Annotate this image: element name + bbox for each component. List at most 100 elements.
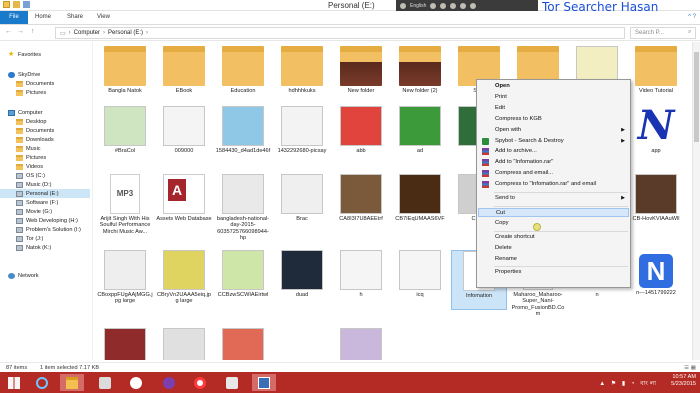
pause-icon[interactable]	[430, 2, 437, 9]
file-item[interactable]: CB-HovKVIAAuWll	[628, 174, 684, 234]
nav-item[interactable]: SkyDrive	[0, 70, 40, 79]
scrollbar-thumb[interactable]	[694, 52, 699, 142]
menu-item[interactable]: Compress to KGB	[478, 115, 629, 124]
file-item[interactable]: A Assets Web Database	[156, 174, 212, 234]
menu-item[interactable]: Cut	[478, 207, 629, 217]
menu-item[interactable]: Copy	[478, 219, 629, 228]
file-item[interactable]	[215, 328, 271, 360]
system-tray[interactable]: ▲ ⚑ ▮ ◔ বাংলা	[599, 378, 658, 389]
folder-item[interactable]: Education	[215, 46, 271, 106]
file-item[interactable]: Napp	[628, 106, 684, 166]
nav-item[interactable]: Natok (K:)	[0, 243, 51, 252]
view-toggle[interactable]: ☰ ▦	[684, 365, 696, 371]
file-item[interactable]: CBoxppFUgAAjMGG.jpg large	[97, 250, 153, 310]
file-item[interactable]: duad	[274, 250, 330, 310]
menu-item[interactable]: Add to "Infomation.rar"	[478, 158, 629, 167]
file-item[interactable]	[156, 328, 212, 360]
nav-item[interactable]: Network	[0, 271, 39, 280]
new-folder-icon[interactable]	[23, 1, 30, 8]
screen-recorder-icon[interactable]	[252, 374, 276, 391]
file-item[interactable]: abb	[333, 106, 389, 166]
file-item[interactable]	[97, 328, 153, 360]
tab-share[interactable]: Share	[62, 11, 88, 24]
folder-item[interactable]: Video Tutorial	[628, 46, 684, 106]
tab-view[interactable]: View	[92, 11, 115, 24]
internet-explorer-icon[interactable]	[30, 374, 54, 391]
file-item[interactable]: icq	[392, 250, 448, 310]
tab-file[interactable]: File	[0, 11, 28, 24]
utility-icon[interactable]	[220, 374, 244, 391]
file-item[interactable]	[333, 328, 389, 360]
nav-item[interactable]: Desktop	[0, 117, 47, 126]
record-icon[interactable]	[400, 2, 406, 9]
file-item[interactable]	[274, 328, 330, 360]
start-button[interactable]	[2, 374, 26, 391]
file-explorer-icon[interactable]	[60, 374, 84, 391]
camera-icon[interactable]	[450, 2, 457, 9]
nav-item[interactable]: Tor (J:)	[0, 234, 43, 243]
menu-item[interactable]: Compress to "Infomation.rar" and email	[478, 180, 629, 189]
nav-item[interactable]: OS (C:)	[0, 171, 45, 180]
breadcrumb-computer[interactable]: Computer	[74, 30, 100, 36]
menu-item[interactable]: Create shortcut	[478, 233, 629, 242]
close-icon[interactable]	[470, 2, 477, 9]
file-item[interactable]: bangladesh-national-day-2015-60357257660…	[215, 174, 271, 241]
folder-item[interactable]: New folder	[333, 46, 389, 106]
computer-icon[interactable]	[93, 374, 117, 391]
address-bar[interactable]: ▭ › Computer › Personal (E:) ›	[55, 27, 625, 39]
nav-item[interactable]: Computer	[0, 108, 43, 117]
nav-item[interactable]: Music (D:)	[0, 180, 51, 189]
file-item[interactable]: MP3 Arijit Singh With His Soulful Perform…	[97, 174, 153, 235]
nav-item[interactable]: Music	[0, 144, 41, 153]
menu-item[interactable]: Spybot - Search & Destroy ▶	[478, 137, 629, 146]
file-item[interactable]: 1584430_d4ad1de46f	[215, 106, 271, 166]
nav-item[interactable]: ★ Favorites	[0, 50, 41, 59]
folder-item[interactable]: hdhhhkuks	[274, 46, 330, 106]
nav-item[interactable]: Web Developing (H:)	[0, 216, 78, 225]
file-item[interactable]: Brac	[274, 174, 330, 234]
file-item[interactable]: #BraCol	[97, 106, 153, 166]
search-input[interactable]: Search P...	[630, 27, 696, 39]
nav-item[interactable]: Problem's Solution (I:)	[0, 225, 81, 234]
nav-item[interactable]: Pictures	[0, 153, 46, 162]
folder-icon[interactable]	[3, 1, 10, 8]
file-item[interactable]: ad	[392, 106, 448, 166]
file-item[interactable]: CCBzwSCWIAEirtwl	[215, 250, 271, 310]
folder-item[interactable]: EBook	[156, 46, 212, 106]
file-item[interactable]: CBryVn2UAAA5eiq.jpg large	[156, 250, 212, 310]
nav-item[interactable]: Videos	[0, 162, 43, 171]
folder-item[interactable]: New folder (2)	[392, 46, 448, 106]
vertical-scrollbar[interactable]	[692, 42, 700, 360]
file-item[interactable]: CA8I3I7U8AEEtrf	[333, 174, 389, 234]
folder-item[interactable]: Bangla Natok	[97, 46, 153, 106]
menu-item[interactable]: Send to ▶	[478, 194, 629, 203]
menu-item[interactable]: Open with ▶	[478, 126, 629, 135]
settings-icon[interactable]	[460, 2, 467, 9]
nav-item[interactable]: Software (F:)	[0, 198, 58, 207]
file-item[interactable]: 1432292680-picsay	[274, 106, 330, 166]
help-button[interactable]: ^ ?	[688, 14, 696, 20]
menu-item[interactable]: Properties	[478, 268, 629, 277]
menu-item[interactable]: Open	[478, 82, 629, 91]
menu-item[interactable]: Print	[478, 93, 629, 102]
file-item[interactable]: h	[333, 250, 389, 310]
menu-item[interactable]: Edit	[478, 104, 629, 113]
nav-item[interactable]: Documents	[0, 79, 54, 88]
viber-icon[interactable]	[157, 374, 181, 391]
nav-item[interactable]: Movie (G:)	[0, 207, 52, 216]
search-icon[interactable]: ⌕	[688, 29, 691, 36]
menu-item[interactable]: Add to archive...	[478, 147, 629, 156]
tab-home[interactable]: Home	[30, 11, 56, 24]
properties-icon[interactable]	[13, 1, 20, 8]
forward-icon[interactable]: →	[17, 28, 24, 35]
opera-icon[interactable]	[188, 374, 212, 391]
nav-item[interactable]: Personal (E:)	[0, 189, 90, 198]
nav-item[interactable]: Downloads	[0, 135, 54, 144]
panda-icon[interactable]	[124, 374, 148, 391]
clock[interactable]: 10:57 AM 5/23/2015	[671, 374, 696, 388]
nav-item[interactable]: Documents	[0, 126, 54, 135]
menu-item[interactable]: Delete	[478, 244, 629, 253]
stop-icon[interactable]	[440, 2, 447, 9]
breadcrumb-personal[interactable]: Personal (E:)	[108, 30, 143, 36]
nav-item[interactable]: Pictures	[0, 88, 46, 97]
